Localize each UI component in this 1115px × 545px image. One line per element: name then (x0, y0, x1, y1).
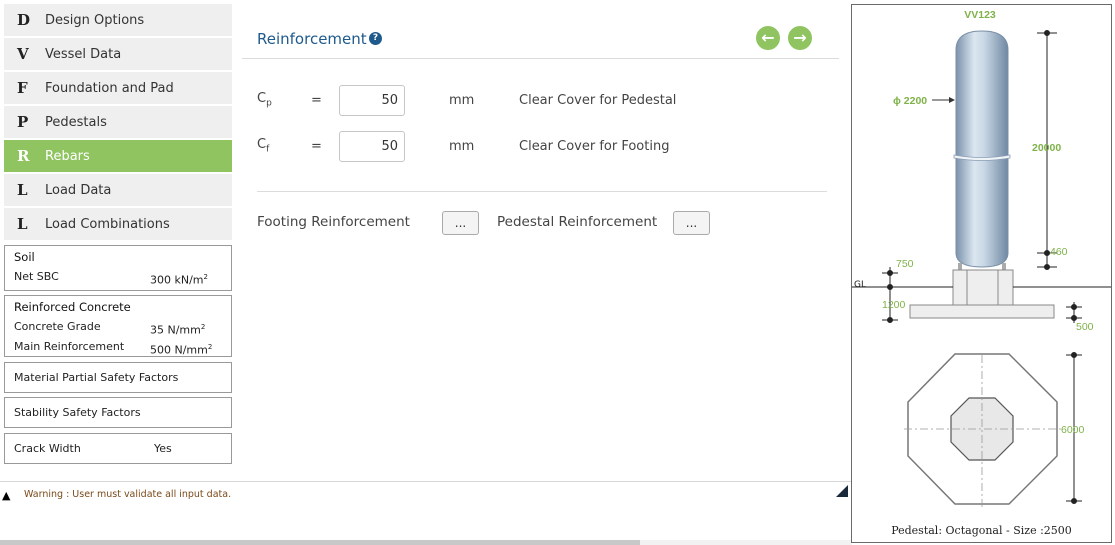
section-nav: D Design Options V Vessel Data F Foundat… (4, 4, 232, 242)
concrete-grade-value: 35 N/mm2 (150, 323, 206, 337)
nav-letter: F (17, 79, 28, 97)
param-row-footing-cover: Cf = mm Clear Cover for Footing (257, 131, 817, 163)
crack-width-card[interactable]: Crack Width Yes (4, 433, 232, 464)
pedestal-plan-view (904, 353, 1064, 507)
divider (257, 191, 827, 192)
plan-size-label: 6000 (1061, 424, 1085, 436)
nav-label: Load Combinations (45, 216, 170, 232)
question-circle-icon[interactable]: ? (369, 32, 382, 45)
footing-dimension (1066, 302, 1082, 323)
arrow-left-circle-icon[interactable]: ← (756, 26, 780, 50)
h750-label: 750 (896, 258, 914, 270)
nav-item-pedestals[interactable]: P Pedestals (4, 106, 232, 138)
pedestal-reinforcement-label: Pedestal Reinforcement (497, 214, 658, 230)
concrete-title: Reinforced Concrete (14, 300, 131, 314)
concrete-grade-label: Concrete Grade (14, 320, 101, 333)
param-description: Clear Cover for Pedestal (519, 93, 677, 108)
vessel-drawing-panel: VV123 ϕ 2200 20000 460 750 GL 1200 500 6… (851, 4, 1112, 543)
pedestal-dimension (882, 267, 898, 323)
ground-level-label: GL (854, 280, 866, 290)
nav-label: Pedestals (45, 114, 107, 130)
h500-label: 500 (1076, 321, 1094, 333)
diameter-label: ϕ 2200 (893, 95, 927, 107)
param-symbol: Cp (257, 91, 272, 109)
reinforcement-panel: Reinforcement ? ← → Cp = mm Clear Cover … (242, 4, 839, 476)
material-safety-factors-card[interactable]: Material Partial Safety Factors (4, 362, 232, 393)
pedestal-reinforcement-button[interactable]: ... (673, 211, 710, 235)
nav-label: Rebars (45, 148, 90, 164)
param-description: Clear Cover for Footing (519, 139, 670, 154)
nav-label: Foundation and Pad (45, 80, 174, 96)
param-symbol: Cf (257, 137, 270, 155)
nav-letter: L (17, 215, 28, 233)
vessel-id-label: VV123 (964, 9, 996, 21)
nav-item-load-data[interactable]: L Load Data (4, 174, 232, 206)
main-reinforcement-label: Main Reinforcement (14, 339, 125, 353)
soil-title: Soil (14, 250, 35, 264)
nav-item-load-combinations[interactable]: L Load Combinations (4, 208, 232, 240)
nav-label: Vessel Data (45, 46, 122, 62)
stability-safety-factors-card[interactable]: Stability Safety Factors (4, 397, 232, 428)
nav-item-vessel-data[interactable]: V Vessel Data (4, 38, 232, 70)
resize-handle-icon[interactable] (836, 485, 848, 497)
soil-card[interactable]: Soil Net SBC 300 kN/m2 (4, 245, 232, 291)
h460-label: 460 (1050, 246, 1068, 258)
panel-header: Reinforcement ? ← → (242, 4, 839, 59)
warning-text: Warning : User must validate all input d… (24, 489, 232, 500)
nav-letter: L (17, 181, 28, 199)
param-row-pedestal-cover: Cp = mm Clear Cover for Pedestal (257, 85, 817, 117)
crack-width-value: Yes (154, 442, 172, 455)
warning-bar: ▲ Warning : User must validate all input… (0, 481, 852, 539)
app-root: D Design Options V Vessel Data F Foundat… (0, 0, 1115, 545)
scrollbar-thumb[interactable] (0, 540, 640, 545)
nav-letter: R (17, 147, 30, 165)
reinforced-concrete-card[interactable]: Reinforced Concrete Concrete Grade 35 N/… (4, 295, 232, 357)
warning-icon: ▲ (2, 489, 11, 502)
equals-sign: = (311, 93, 322, 108)
net-sbc-label: Net SBC (14, 270, 59, 283)
height-label: 20000 (1032, 142, 1061, 154)
unit-label: mm (449, 93, 475, 108)
net-sbc-value: 300 kN/m2 (150, 273, 208, 287)
unit-label: mm (449, 139, 475, 154)
arrow-right-circle-icon[interactable]: → (788, 26, 812, 50)
nav-letter: V (17, 45, 29, 63)
nav-item-design-options[interactable]: D Design Options (4, 4, 232, 36)
vessel-drawing: VV123 ϕ 2200 20000 460 750 GL 1200 500 6… (852, 9, 1111, 507)
drawing-caption: Pedestal: Octagonal - Size :2500 (891, 524, 1072, 537)
nav-label: Design Options (45, 12, 145, 28)
pedestal-cover-input[interactable] (339, 85, 405, 116)
nav-item-rebars[interactable]: R Rebars (4, 140, 232, 172)
page-title: Reinforcement (257, 30, 367, 48)
nav-item-foundation-and-pad[interactable]: F Foundation and Pad (4, 72, 232, 104)
main-reinforcement-value: 500 N/mm2 (150, 342, 213, 357)
material-safety-factors-title: Material Partial Safety Factors (14, 371, 179, 384)
footing-cover-input[interactable] (339, 131, 405, 162)
stability-safety-factors-title: Stability Safety Factors (14, 406, 141, 419)
horizontal-scrollbar[interactable] (0, 540, 852, 545)
crack-width-label: Crack Width (14, 442, 81, 455)
nav-letter: D (17, 11, 31, 29)
h1200-label: 1200 (882, 299, 906, 311)
nav-letter: P (17, 113, 29, 131)
footing-reinforcement-label: Footing Reinforcement (257, 214, 410, 230)
footing-reinforcement-button[interactable]: ... (442, 211, 479, 235)
nav-label: Load Data (45, 182, 112, 198)
equals-sign: = (311, 139, 322, 154)
